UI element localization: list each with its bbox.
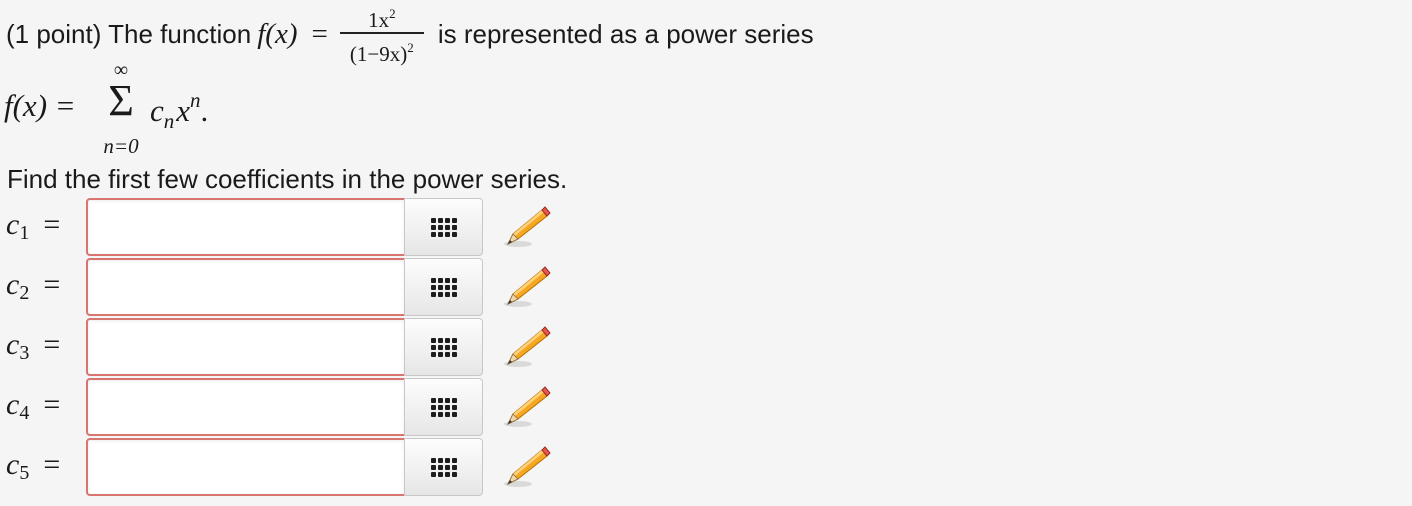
equation-editor-button[interactable] — [404, 378, 483, 436]
answer-input-c5[interactable] — [86, 438, 406, 496]
fraction-bar — [339, 32, 424, 34]
equals-sign: = — [311, 17, 328, 50]
answer-row-c4: c4 = — [0, 378, 600, 436]
answer-label: c5 = — [6, 448, 61, 484]
pencil-icon[interactable] — [500, 444, 552, 492]
series-term: cnxn. — [150, 88, 209, 134]
series-lhs: f(x) = — [4, 88, 76, 123]
summation: ∞ Σ n=0 — [100, 58, 142, 158]
answer-label: c3 = — [6, 328, 61, 364]
function-symbol: f(x) — [257, 17, 298, 50]
question-suffix: is represented as a power series — [437, 18, 814, 49]
pencil-icon[interactable] — [500, 324, 552, 372]
pencil-icon[interactable] — [500, 384, 552, 432]
answer-row-c5: c5 = — [0, 438, 600, 496]
question-prompt: (1 point) The function f(x) = 1x2 (1−9x)… — [6, 6, 814, 65]
summation-lower-limit: n=0 — [103, 134, 139, 158]
equation-editor-grid-icon — [430, 457, 457, 477]
equation-editor-grid-icon — [430, 397, 457, 417]
pencil-icon[interactable] — [500, 264, 552, 312]
answer-input-c1[interactable] — [86, 198, 406, 256]
equation-editor-button[interactable] — [404, 318, 483, 376]
answer-input-c2[interactable] — [86, 258, 406, 316]
answer-label: c4 = — [6, 388, 61, 424]
question-prefix: (1 point) The function — [6, 18, 252, 49]
power-series-formula: f(x) = ∞ Σ n=0 cnxn. — [0, 58, 400, 163]
equation-editor-grid-icon — [430, 337, 457, 357]
answer-row-c2: c2 = — [0, 258, 600, 316]
equation-editor-button[interactable] — [404, 258, 483, 316]
answer-input-c3[interactable] — [86, 318, 406, 376]
equation-editor-grid-icon — [430, 217, 457, 237]
pencil-icon[interactable] — [500, 204, 552, 252]
answer-input-c4[interactable] — [86, 378, 406, 436]
summation-sigma: Σ — [108, 76, 134, 125]
function-fraction: 1x2 (1−9x)2 — [339, 3, 424, 65]
equation-editor-grid-icon — [430, 277, 457, 297]
answer-label: c1 = — [6, 208, 61, 244]
instruction-text: Find the first few coefficients in the p… — [7, 164, 568, 194]
answer-row-c3: c3 = — [0, 318, 600, 376]
answer-label: c2 = — [6, 268, 61, 304]
fraction-numerator: 1x2 — [368, 6, 396, 33]
equation-editor-button[interactable] — [404, 198, 483, 256]
equation-editor-button[interactable] — [404, 438, 483, 496]
answer-row-c1: c1 = — [0, 198, 600, 256]
